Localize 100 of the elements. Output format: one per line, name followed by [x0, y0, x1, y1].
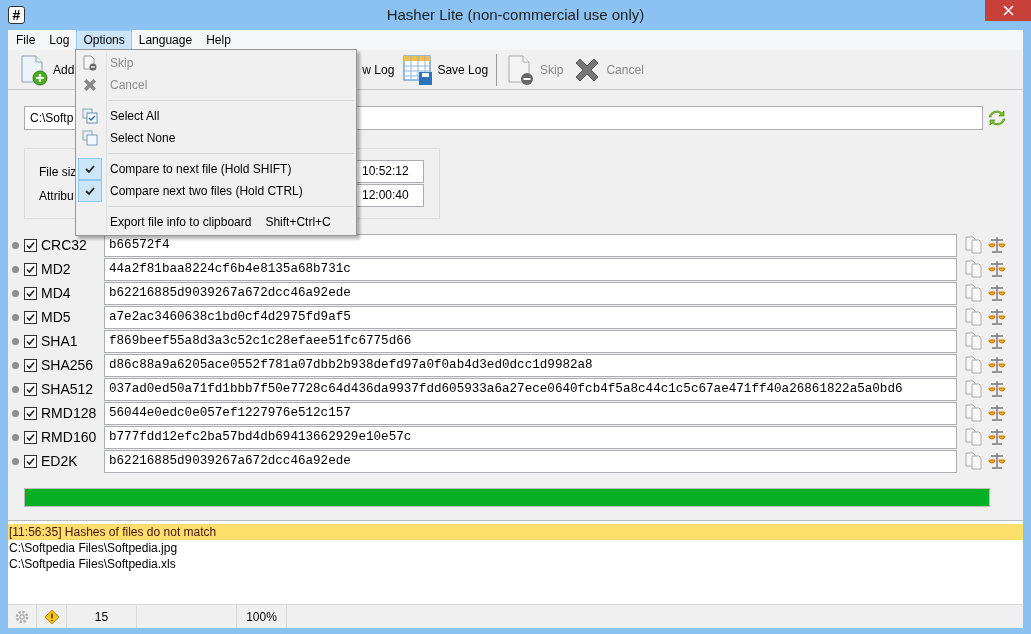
window-title: Hasher Lite (non-commercial use only) — [386, 5, 645, 23]
status-percent: 100% — [246, 608, 277, 626]
copy-button[interactable] — [964, 451, 984, 471]
field-label: File siz — [39, 163, 77, 181]
status-dot — [12, 241, 19, 249]
status-dot — [12, 313, 19, 321]
hash-value-field[interactable]: b62216885d9039267a672dcc46a92ede — [104, 449, 957, 473]
copy-icon — [965, 380, 983, 398]
menu-item[interactable]: Options — [76, 30, 132, 50]
menu-item[interactable]: Select None — [78, 127, 354, 149]
status-dot — [12, 457, 19, 465]
menu-item[interactable]: Compare next two files (Hold CTRL) — [78, 180, 354, 202]
checkmark-icon — [85, 164, 95, 174]
copy-icon — [965, 260, 983, 278]
compare-button[interactable] — [987, 331, 1007, 351]
hash-name: SHA1 — [41, 331, 79, 351]
hash-name: MD4 — [41, 283, 72, 303]
copy-button[interactable] — [964, 427, 984, 447]
hash-checkbox[interactable] — [24, 238, 37, 252]
copy-button[interactable] — [964, 331, 984, 351]
copy-button[interactable] — [964, 307, 984, 327]
copy-button[interactable] — [964, 283, 984, 303]
save-button[interactable]: Save Log — [398, 51, 493, 88]
hash-value-field[interactable]: 56044e0edc0e057ef1227976e512c157 — [104, 401, 957, 425]
status-dot — [12, 385, 19, 393]
hash-name: RMD128 — [41, 403, 98, 423]
status-dot — [12, 289, 19, 297]
status-count: 15 — [94, 608, 109, 626]
gear-icon — [14, 608, 30, 625]
copy-button[interactable] — [964, 379, 984, 399]
copy-button[interactable] — [964, 403, 984, 423]
hash-name: MD5 — [41, 307, 72, 327]
toolbar-button[interactable]: w Log — [362, 51, 399, 88]
copy-icon — [965, 428, 983, 446]
hash-checkbox[interactable] — [24, 382, 37, 396]
copy-button[interactable] — [964, 235, 984, 255]
close-button[interactable] — [985, 0, 1031, 21]
hash-checkbox[interactable] — [24, 430, 37, 444]
field-label: Attribu — [39, 187, 74, 205]
compare-button[interactable] — [987, 259, 1007, 279]
copy-icon — [965, 284, 983, 302]
compare-button[interactable] — [987, 427, 1007, 447]
hash-checkbox[interactable] — [24, 454, 37, 468]
menu-item[interactable]: Export file info to clipboard Shift+Ctrl+C — [78, 211, 354, 233]
status-dot — [12, 265, 19, 273]
spreadsheet-save-icon — [402, 53, 435, 86]
compare-button[interactable] — [987, 307, 1007, 327]
hash-value-field[interactable]: b66572f4 — [104, 233, 957, 257]
copy-button[interactable] — [964, 259, 984, 279]
scales-icon — [988, 260, 1006, 278]
menu-item[interactable]: Language — [131, 30, 200, 50]
hash-value-field[interactable]: b777fdd12efc2ba57bd4db69413662929e10e57c — [104, 425, 957, 449]
add-file-icon — [18, 53, 50, 86]
menu-item[interactable]: Select All — [78, 105, 354, 127]
hash-name: ED2K — [41, 451, 79, 471]
hash-checkbox[interactable] — [24, 334, 37, 348]
info-field[interactable]: 10:52:12 — [356, 160, 424, 183]
menu-item[interactable]: Compare to next file (Hold SHIFT) — [78, 158, 354, 180]
compare-button[interactable] — [987, 403, 1007, 423]
compare-button[interactable] — [987, 283, 1007, 303]
hash-checkbox[interactable] — [24, 286, 37, 300]
scales-icon — [988, 236, 1006, 254]
hash-value-field[interactable]: 44a2f81baa8224cf6b4e8135a68b731c — [104, 257, 957, 281]
menu-item[interactable]: File — [9, 30, 43, 50]
compare-button[interactable] — [987, 451, 1007, 471]
compare-button[interactable] — [987, 379, 1007, 399]
hash-checkbox[interactable] — [24, 406, 37, 420]
hash-value-field[interactable]: d86c88a9a6205ace0552f781a07dbb2b938defd97a0f0ab4d3ed0dcc1d9982a8 — [104, 353, 957, 377]
hash-name: MD2 — [41, 259, 72, 279]
hash-name: SHA256 — [41, 355, 95, 375]
cross-icon — [82, 77, 98, 93]
refresh-button[interactable] — [987, 108, 1007, 128]
copy-icon — [965, 404, 983, 422]
hash-name: CRC32 — [41, 235, 88, 255]
scales-icon — [988, 332, 1006, 350]
menu-item[interactable]: Help — [199, 30, 238, 50]
scales-icon — [988, 308, 1006, 326]
hash-checkbox[interactable] — [24, 358, 37, 372]
copy-button[interactable] — [964, 355, 984, 375]
info-field[interactable]: 12:00:40 — [356, 184, 424, 207]
scales-icon — [988, 356, 1006, 374]
file-minus-icon — [82, 55, 98, 71]
hash-value-field[interactable]: b62216885d9039267a672dcc46a92ede — [104, 281, 957, 305]
hash-value-field[interactable]: a7e2ac3460638c1bd0cf4d2975fd9af5 — [104, 305, 957, 329]
menu-item[interactable]: Log — [42, 30, 77, 50]
hash-checkbox[interactable] — [24, 262, 37, 276]
hash-value-field[interactable]: 037ad0ed50a71fd1bbb7f50e7728c64d436da9937fdd605933a6a27ece0640fcb4f5a8c44c1c5c67ae471ff40a26861822a5a0bd6 — [104, 377, 957, 401]
select-all-icon — [82, 108, 98, 124]
close-icon — [1002, 5, 1014, 16]
hash-checkbox[interactable] — [24, 310, 37, 324]
compare-button[interactable] — [987, 355, 1007, 375]
scales-icon — [988, 452, 1006, 470]
compare-button[interactable] — [987, 235, 1007, 255]
hash-name: RMD160 — [41, 427, 98, 447]
scales-icon — [988, 428, 1006, 446]
warning-icon — [43, 608, 60, 625]
status-dot — [12, 409, 19, 417]
scales-icon — [988, 404, 1006, 422]
hash-value-field[interactable]: f869beef55a8d3a3c52c1c28efaee51fc6775d66 — [104, 329, 957, 353]
status-dot — [12, 337, 19, 345]
